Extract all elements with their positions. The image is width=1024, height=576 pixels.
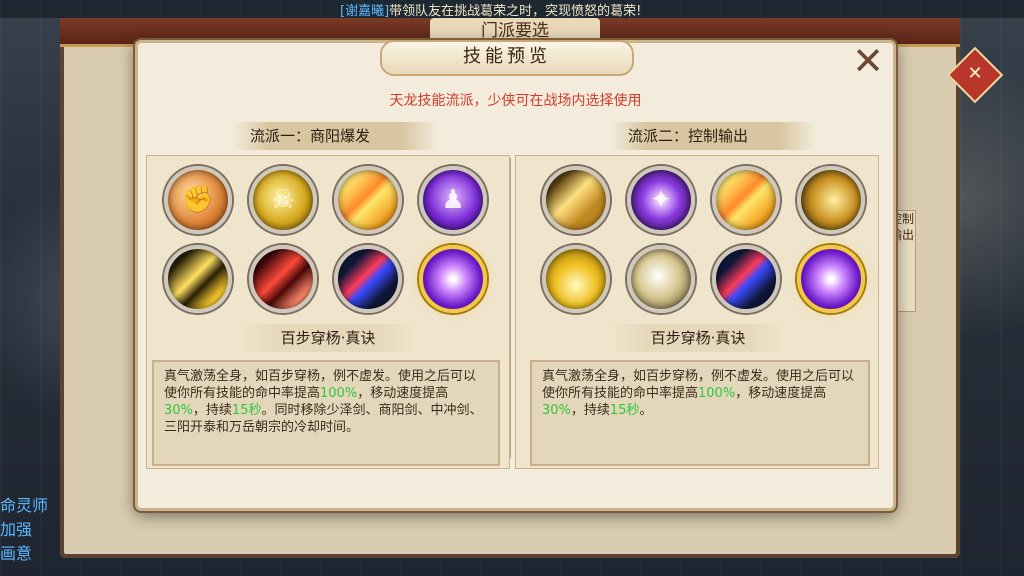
- desc-value: 15秒: [609, 403, 640, 418]
- player-name: [谢嘉曦]: [340, 4, 390, 19]
- desc-value: 30%: [542, 403, 571, 418]
- golden-dome-icon[interactable]: [542, 245, 610, 313]
- desc-value: 100%: [320, 386, 358, 401]
- skill-description-right: 真气激荡全身，如百步穿杨，例不虚发。使用之后可以使你所有技能的命中率提高100%…: [530, 360, 870, 466]
- ornament-icon: ✕: [967, 63, 983, 84]
- left-side-labels: 命灵师 加强 画意: [0, 494, 48, 566]
- dialog-subtitle: 天龙技能流派，少侠可在战场内选择使用: [389, 93, 642, 109]
- golden-streaks-icon[interactable]: [164, 245, 232, 313]
- purple-figure-icon[interactable]: ♟: [419, 166, 487, 234]
- close-icon: ✕: [852, 39, 884, 83]
- left-label-2: 加强: [0, 520, 33, 539]
- red-sword-icon[interactable]: [334, 245, 402, 313]
- desc-value: 100%: [698, 386, 736, 401]
- golden-finger-icon[interactable]: [542, 166, 610, 234]
- selected-skill-name-right: 百步穿杨·真诀: [613, 324, 783, 352]
- dialog-title: 技能预览: [380, 40, 634, 76]
- desc-text: ，移动速度提高: [357, 386, 449, 401]
- left-label-3: 画意: [0, 544, 33, 563]
- purple-burst-icon[interactable]: [419, 245, 487, 313]
- purple-shock-icon[interactable]: ✦: [627, 166, 695, 234]
- announcement-message: 带领队友在挑战葛荣之时，突现愤怒的葛荣!: [389, 4, 642, 19]
- desc-value: 15秒: [231, 403, 262, 418]
- golden-beast-icon[interactable]: [797, 166, 865, 234]
- panel-divider: [510, 158, 511, 458]
- red-streaks-icon[interactable]: [249, 245, 317, 313]
- desc-text: ，持续: [570, 403, 610, 418]
- fist-icon[interactable]: ✊: [164, 166, 232, 234]
- silver-hand-icon[interactable]: [627, 245, 695, 313]
- golden-orb-icon[interactable]: [334, 166, 402, 234]
- skill-description-left: 真气激荡全身，如百步穿杨，例不虚发。使用之后可以使你所有技能的命中率提高100%…: [152, 360, 500, 466]
- desc-value: 30%: [164, 403, 193, 418]
- golden-orb-icon[interactable]: [712, 166, 780, 234]
- desc-text: ，持续: [192, 403, 232, 418]
- school-heading-left: 流派一：商阳爆发: [232, 122, 438, 150]
- announcement-text: [谢嘉曦]带领队友在挑战葛荣之时，突现愤怒的葛荣!: [340, 0, 641, 19]
- left-label-1: 命灵师: [0, 496, 49, 515]
- red-sword-icon[interactable]: [712, 245, 780, 313]
- desc-text: 。: [639, 403, 653, 418]
- purple-burst-icon[interactable]: [797, 245, 865, 313]
- selected-skill-name-left: 百步穿杨·真诀: [243, 324, 413, 352]
- close-button[interactable]: ✕: [849, 42, 887, 80]
- golden-skull-icon[interactable]: ☠: [249, 166, 317, 234]
- desc-text: ，移动速度提高: [735, 386, 827, 401]
- school-heading-right: 流派二：控制输出: [610, 122, 816, 150]
